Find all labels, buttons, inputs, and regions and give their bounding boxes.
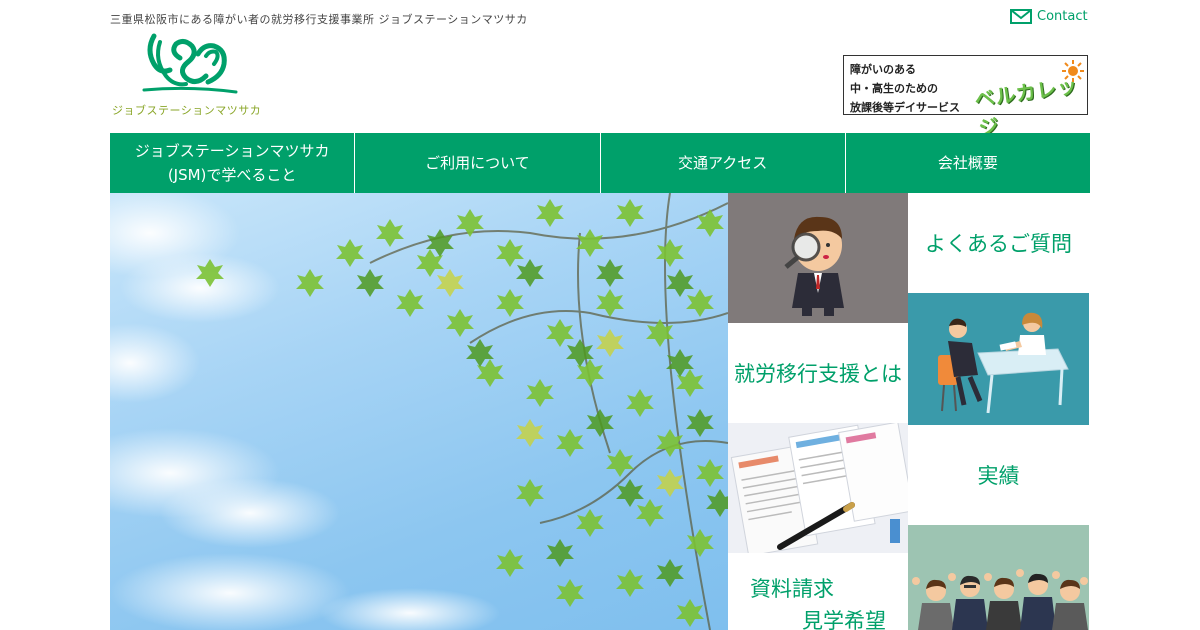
tile-request-label: 資料請求 [750, 577, 834, 601]
banner-line-2: 中・高生のための [850, 82, 938, 95]
site-tagline: 三重県松阪市にある障がい者の就労移行支援事業所 ジョブステーションマツサカ [110, 13, 528, 26]
nav-item-company[interactable]: 会社概要 [846, 133, 1090, 193]
sky-leaves-illustration [110, 193, 728, 630]
tile-documents-image[interactable] [728, 423, 908, 553]
mail-icon [1010, 9, 1032, 24]
main-nav: ジョブステーションマツサカ (JSM)で学べること ご利用について 交通アクセス… [110, 133, 1090, 193]
nav-item-learning-line2: (JSM)で学べること [167, 166, 297, 184]
nav-item-learning-line1: ジョブステーションマツサカ [134, 142, 330, 160]
hero-image [110, 193, 728, 630]
tile-results[interactable]: 実績 [908, 425, 1089, 525]
tile-faq[interactable]: よくあるご質問 [908, 193, 1089, 293]
contact-label: Contact [1037, 9, 1088, 24]
banner-brand: ベルカレッジ [973, 73, 1080, 141]
banner-line-3: 放課後等デイサービス [850, 101, 960, 114]
documents-pen-icon [730, 423, 908, 553]
tile-results-label: 実績 [908, 425, 1089, 525]
logo-text: ジョブステーションマツサカ [112, 104, 262, 117]
meeting-illustration-icon [938, 312, 1069, 414]
bell-college-banner[interactable]: 障がいのある 中・高生のための 放課後等デイサービス ベルカレッジ [843, 55, 1088, 140]
jsm-logo-icon [142, 33, 238, 94]
nav-item-access[interactable]: 交通アクセス [601, 133, 846, 193]
tile-faq-label: よくあるご質問 [908, 193, 1089, 293]
tile-meeting-image[interactable] [908, 293, 1089, 425]
tile-visit-label: 見学希望 [802, 609, 886, 630]
tile-magnifier-image[interactable] [728, 193, 908, 323]
magnifier-person-icon [784, 216, 844, 316]
feature-tiles: よくあるご質問 就労移行支援とは 実績 資料請求 見学希望 [728, 193, 1089, 630]
site-logo[interactable]: ジョブステーションマツサカ [110, 30, 280, 120]
nav-item-usage[interactable]: ご利用について [355, 133, 601, 193]
contact-link[interactable]: Contact [1010, 9, 1088, 24]
team-people-icon [912, 569, 1088, 630]
banner-line-1: 障がいのある [850, 63, 916, 76]
tile-team-image[interactable] [908, 525, 1089, 630]
tile-about-label: 就労移行支援とは [728, 323, 908, 423]
tile-about-employment-support[interactable]: 就労移行支援とは [728, 323, 908, 423]
nav-item-learning[interactable]: ジョブステーションマツサカ (JSM)で学べること [110, 133, 356, 193]
tile-request-visit[interactable]: 資料請求 見学希望 [728, 553, 908, 630]
